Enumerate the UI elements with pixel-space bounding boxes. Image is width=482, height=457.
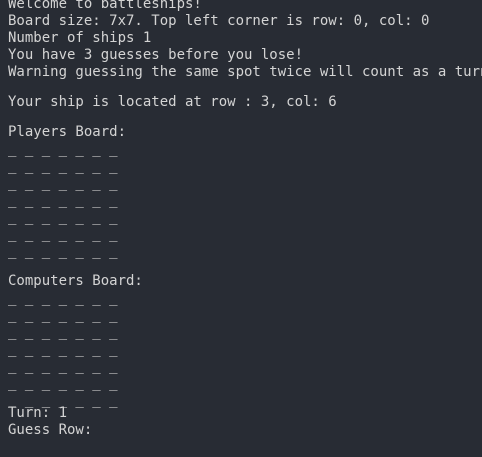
players-board-row: _ _ _ _ _ _ _ <box>8 243 118 259</box>
computers-board: _ _ _ _ _ _ _ _ _ _ _ _ _ _ _ _ _ _ _ _ … <box>8 290 474 409</box>
computers-board-row: _ _ _ _ _ _ _ <box>8 341 118 357</box>
players-board-title: Players Board: <box>8 124 127 140</box>
players-board-row: _ _ _ _ _ _ _ <box>8 209 118 225</box>
computers-board-row: _ _ _ _ _ _ _ <box>8 324 118 340</box>
players-board-row: _ _ _ _ _ _ _ <box>8 158 118 174</box>
players-board-row: _ _ _ _ _ _ _ <box>8 192 118 208</box>
players-board: _ _ _ _ _ _ _ _ _ _ _ _ _ _ _ _ _ _ _ _ … <box>8 141 474 260</box>
computers-board-title: Computers Board: <box>8 273 143 289</box>
guesses-text: You have 3 guesses before you lose! <box>8 47 304 63</box>
players-board-row: _ _ _ _ _ _ _ <box>8 141 118 157</box>
ship-count-text: Number of ships 1 <box>8 30 152 46</box>
players-board-row: _ _ _ _ _ _ _ <box>8 226 118 242</box>
ship-location-text: Your ship is located at row : 3, col: 6 <box>8 94 337 110</box>
board-size-text: Board size: 7x7. Top left corner is row:… <box>8 13 430 29</box>
welcome-text: Welcome to battleships! <box>8 0 202 12</box>
computers-board-row: _ _ _ _ _ _ _ <box>8 290 118 306</box>
terminal-window[interactable]: Welcome to battleships! Board size: 7x7.… <box>0 0 482 457</box>
players-board-row: _ _ _ _ _ _ _ <box>8 175 118 191</box>
warning-text: Warning guessing the same spot twice wil… <box>8 64 482 80</box>
computers-board-row: _ _ _ _ _ _ _ <box>8 358 118 374</box>
guess-row-prompt[interactable]: Guess Row: <box>8 422 474 439</box>
computers-board-row: _ _ _ _ _ _ _ <box>8 375 118 391</box>
computers-board-row: _ _ _ _ _ _ _ <box>8 307 118 323</box>
